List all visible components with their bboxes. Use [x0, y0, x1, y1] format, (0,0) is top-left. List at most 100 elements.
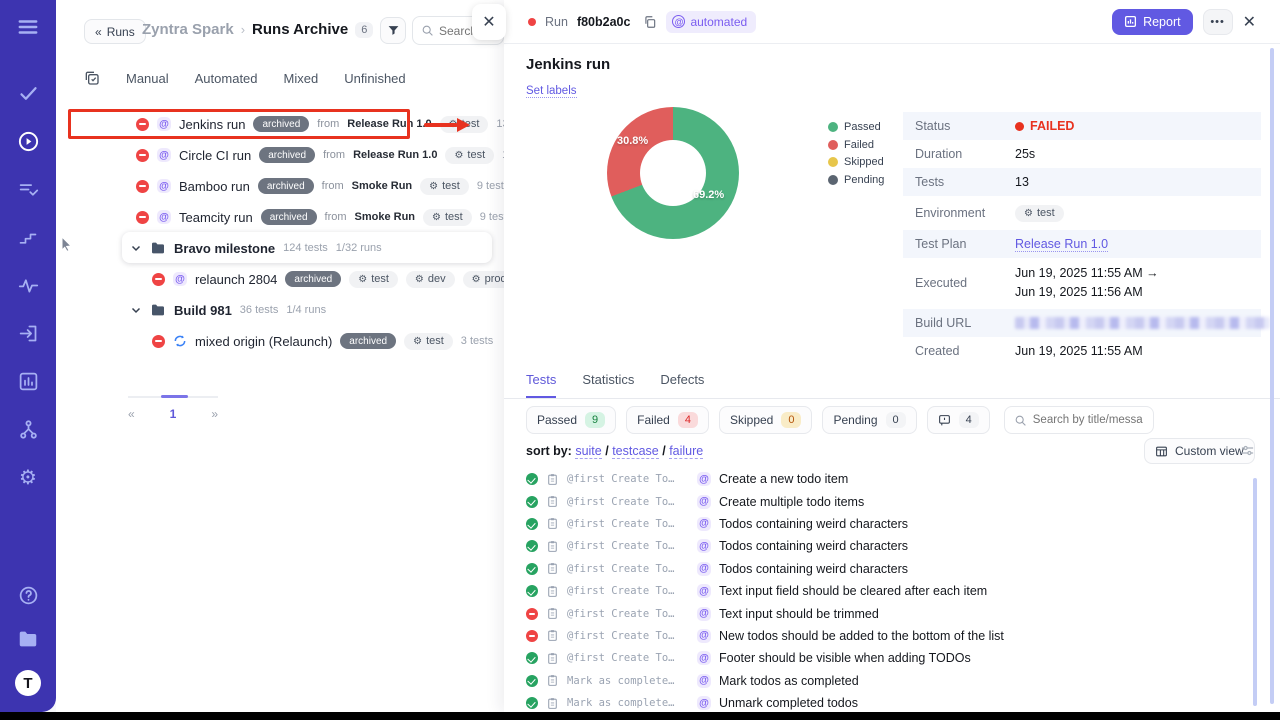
tests-check-icon[interactable] [0, 74, 56, 112]
pagination-prev[interactable]: « [128, 407, 135, 421]
folder-tests-count: 124 tests [283, 242, 328, 254]
sort-by-testcase-link[interactable]: testcase [612, 444, 659, 459]
set-labels-link[interactable]: Set labels [526, 85, 577, 98]
panel-close-button[interactable]: ✕ [472, 4, 506, 40]
pagination-page-1[interactable]: 1 [170, 407, 177, 421]
run-row-jenkins[interactable]: @ Jenkins run archived from Release Run … [136, 110, 535, 138]
test-row[interactable]: @first Create To… @ Todos containing wei… [526, 558, 1246, 580]
automated-at-icon: @ [157, 179, 171, 193]
report-button[interactable]: Report [1112, 9, 1193, 35]
run-row-relaunch-2804[interactable]: @ relaunch 2804 archived ⚙test ⚙dev ⚙pro… [152, 265, 562, 293]
status-value: FAILED [1015, 119, 1074, 133]
filter-comments-button[interactable]: 4 [927, 406, 990, 434]
screen-bottom-letterbox [0, 712, 1280, 720]
run-row-circle-ci[interactable]: @ Circle CI run archived from Release Ru… [136, 141, 541, 169]
close-detail-button[interactable]: ✕ [1243, 12, 1256, 32]
test-suite: @first Create To… [567, 518, 689, 530]
filter-funnel-button[interactable] [380, 17, 406, 44]
sort-by-suite-link[interactable]: suite [575, 444, 601, 459]
import-icon[interactable] [0, 314, 56, 352]
report-chart-icon [1124, 15, 1137, 28]
runs-play-icon[interactable] [0, 122, 56, 160]
chevron-down-icon[interactable] [130, 242, 142, 254]
legend-passed[interactable]: Passed [828, 121, 884, 133]
test-row[interactable]: @first Create To… @ Todos containing wei… [526, 513, 1246, 535]
chevron-down-icon[interactable] [130, 304, 142, 316]
filter-passed-button[interactable]: Passed9 [526, 406, 616, 434]
legend-dot-skipped [828, 157, 838, 167]
gear-icon: ⚙ [1024, 208, 1033, 219]
tests-list-scrollbar[interactable] [1253, 478, 1257, 706]
settings-gear-icon[interactable]: ⚙ [0, 458, 56, 496]
branches-icon[interactable] [0, 410, 56, 448]
test-suite: @first Create To… [567, 496, 689, 508]
test-title: New todos should be added to the bottom … [719, 629, 1004, 643]
gear-icon: ⚙ [415, 274, 424, 285]
gear-icon: ⚙ [432, 212, 441, 223]
breadcrumb-project[interactable]: Zyntra Spark [142, 21, 234, 38]
back-to-runs-button[interactable]: «Runs [84, 19, 146, 44]
filter-automated[interactable]: Automated [195, 71, 258, 86]
test-title: Footer should be visible when adding TOD… [719, 651, 971, 665]
test-row[interactable]: Mark as complete… @ Unmark completed tod… [526, 692, 1246, 714]
activity-pulse-icon[interactable] [0, 266, 56, 304]
clipboard-icon [546, 562, 559, 575]
test-row[interactable]: @first Create To… @ Create multiple todo… [526, 490, 1246, 512]
column-settings-icon[interactable] [1240, 443, 1255, 458]
more-actions-button[interactable]: ••• [1203, 9, 1233, 35]
run-title: Jenkins run [526, 56, 610, 73]
run-row-mixed-origin[interactable]: mixed origin (Relaunch) archived ⚙test 3… [152, 327, 493, 355]
steps-icon[interactable] [0, 218, 56, 256]
sort-by-failure-link[interactable]: failure [669, 444, 703, 459]
tab-tests[interactable]: Tests [526, 372, 556, 398]
build-url-redacted-link[interactable] [1015, 317, 1270, 329]
workspace-avatar[interactable]: T [0, 664, 56, 702]
help-icon[interactable] [0, 576, 56, 614]
filter-unfinished[interactable]: Unfinished [344, 71, 405, 86]
folder-row-build-981[interactable]: Build 981 36 tests 1/4 runs [130, 296, 326, 324]
panel-scrollbar[interactable] [1270, 48, 1274, 704]
tab-statistics[interactable]: Statistics [582, 372, 634, 398]
test-row[interactable]: @first Create To… @ Todos containing wei… [526, 535, 1246, 557]
test-row[interactable]: @first Create To… @ Create a new todo it… [526, 468, 1246, 490]
from-label: from [322, 180, 344, 192]
tests-search-input[interactable] [1033, 414, 1143, 426]
legend-failed[interactable]: Failed [828, 139, 884, 151]
test-plan-link[interactable]: Release Run 1.0 [1015, 237, 1108, 252]
pagination-next[interactable]: » [211, 407, 218, 421]
clipboard-icon [546, 607, 559, 620]
filter-manual[interactable]: Manual [126, 71, 169, 86]
custom-view-button[interactable]: Custom view [1144, 438, 1255, 464]
run-row-teamcity[interactable]: @ Teamcity run archived from Smoke Run ⚙… [136, 203, 512, 231]
folder-row-bravo-milestone[interactable]: Bravo milestone 124 tests 1/32 runs [130, 234, 382, 262]
failed-status-icon [136, 118, 149, 131]
run-id: f80b2a0c [577, 15, 631, 29]
test-row[interactable]: @first Create To… @ Text input should be… [526, 602, 1246, 624]
test-row[interactable]: @first Create To… @ New todos should be … [526, 625, 1246, 647]
legend-pending[interactable]: Pending [828, 174, 884, 186]
checklist-icon[interactable] [0, 170, 56, 208]
clipboard-icon [546, 652, 559, 665]
legend-skipped[interactable]: Skipped [828, 156, 884, 168]
test-row[interactable]: @first Create To… @ Footer should be vis… [526, 647, 1246, 669]
app-sidebar: ⚙ T [0, 0, 56, 712]
automated-badge: @automated [666, 11, 756, 33]
analytics-icon[interactable] [0, 362, 56, 400]
tab-defects[interactable]: Defects [660, 372, 704, 398]
runs-count-badge: 6 [355, 22, 373, 38]
copy-icon[interactable] [643, 15, 657, 29]
test-status-icon [526, 585, 538, 597]
run-row-bamboo[interactable]: @ Bamboo run archived from Smoke Run ⚙te… [136, 172, 509, 200]
clipboard-icon [546, 629, 559, 642]
filter-mixed[interactable]: Mixed [284, 71, 319, 86]
filter-skipped-button[interactable]: Skipped0 [719, 406, 813, 434]
filter-pending-button[interactable]: Pending0 [822, 406, 916, 434]
filter-failed-button[interactable]: Failed4 [626, 406, 709, 434]
select-all-icon[interactable] [84, 70, 100, 86]
created-value: Jun 19, 2025 11:55 AM [1015, 344, 1143, 358]
menu-icon[interactable] [0, 8, 56, 46]
test-row[interactable]: Mark as complete… @ Mark todos as comple… [526, 670, 1246, 692]
run-detail-header: Run f80b2a0c @automated Report ••• ✕ [504, 0, 1280, 44]
projects-folder-icon[interactable] [0, 620, 56, 658]
test-row[interactable]: @first Create To… @ Text input field sho… [526, 580, 1246, 602]
